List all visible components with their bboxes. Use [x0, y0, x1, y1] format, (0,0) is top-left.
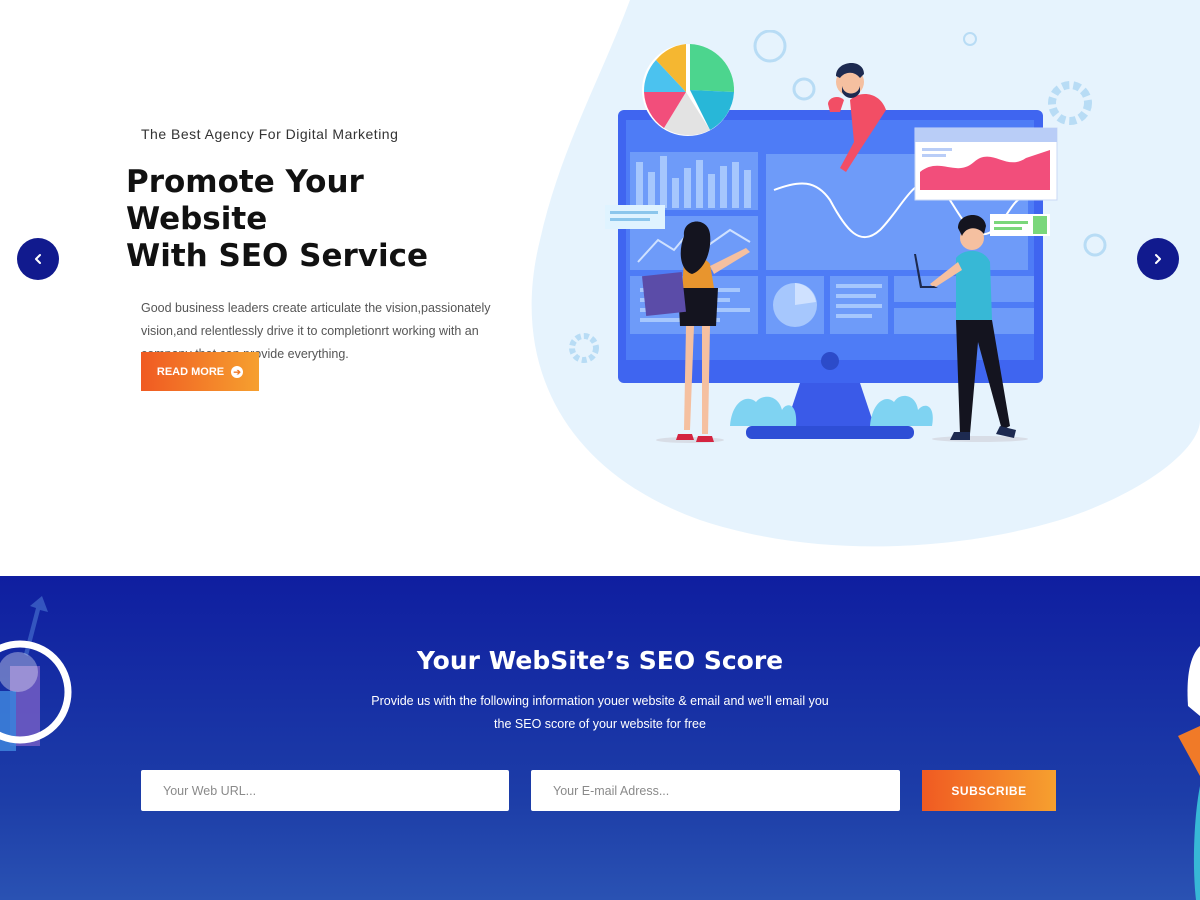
email-input[interactable] — [531, 770, 900, 811]
slider-next-button[interactable] — [1137, 238, 1179, 280]
subscribe-button[interactable]: SUBSCRIBE — [922, 770, 1056, 811]
seo-illustration — [569, 30, 1107, 443]
seo-score-subtitle: Provide us with the following informatio… — [350, 690, 850, 736]
hero-headline: Promote Your Website With SEO Service — [126, 164, 506, 275]
seo-score-section: Your WebSite’s SEO Score Provide us with… — [0, 576, 1200, 900]
read-more-label: READ MORE — [156, 365, 225, 378]
web-url-input[interactable] — [141, 770, 509, 811]
gear-icon — [1048, 81, 1092, 125]
chevron-left-icon — [35, 254, 41, 264]
rocket-decoration — [1178, 646, 1200, 900]
small-gear-icon — [569, 333, 599, 363]
headline-line-1: Promote Your Website — [126, 164, 364, 237]
magnifier-chart-decoration — [0, 596, 72, 751]
headline-line-2: With SEO Service — [126, 238, 429, 274]
hero-section: The Best Agency For Digital Marketing Pr… — [0, 0, 1200, 576]
slider-prev-button[interactable] — [17, 238, 59, 280]
subtitle-line-2: the SEO score of your website for free — [494, 717, 706, 731]
hero-text-block: The Best Agency For Digital Marketing Pr… — [126, 126, 506, 366]
arrow-right-circle-icon: ➔ — [231, 365, 244, 378]
chevron-right-icon — [1155, 254, 1161, 264]
hero-eyebrow: The Best Agency For Digital Marketing — [141, 126, 399, 142]
subtitle-line-1: Provide us with the following informatio… — [371, 694, 829, 708]
read-more-button[interactable]: READ MORE ➔ — [141, 352, 259, 391]
seo-score-title: Your WebSite’s SEO Score — [416, 646, 784, 675]
